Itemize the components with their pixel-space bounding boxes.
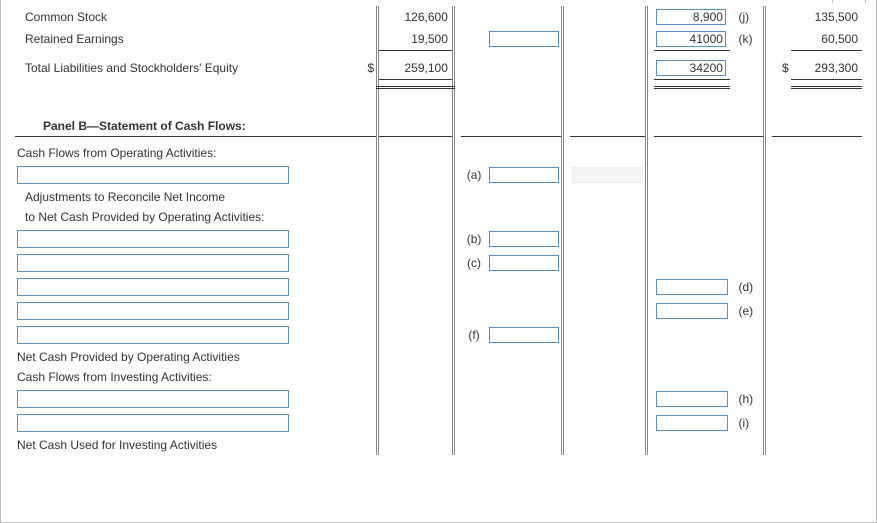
worksheet-panel: ... { "rows":{ "common_stock":{"label":"… bbox=[0, 0, 877, 523]
amount-1: 259,100 bbox=[378, 57, 454, 80]
desc-input[interactable] bbox=[17, 166, 289, 184]
row-i: (i) bbox=[15, 411, 862, 435]
row-net-provided: Net Cash Provided by Operating Activitie… bbox=[15, 347, 862, 367]
input-col1[interactable] bbox=[489, 31, 559, 47]
row-e: (e) bbox=[15, 299, 862, 323]
cfo-title: Cash Flows from Operating Activities: bbox=[15, 143, 359, 163]
row-adj-1: Adjustments to Reconcile Net Income bbox=[15, 187, 862, 207]
row-adj-2: to Net Cash Provided by Operating Activi… bbox=[15, 207, 862, 227]
row-net-used: Net Cash Used for Investing Activities bbox=[15, 435, 862, 455]
input-h[interactable] bbox=[656, 391, 728, 407]
label: Total Liabilities and Stockholders' Equi… bbox=[15, 57, 359, 80]
input-f[interactable] bbox=[489, 327, 559, 343]
label-a: (a) bbox=[461, 163, 486, 187]
financial-table: Common Stock 126,600 8,900 (j) 135,500 R… bbox=[15, 6, 862, 455]
row-cfi-heading: Cash Flows from Investing Activities: bbox=[15, 367, 862, 387]
row-retained-earnings: Retained Earnings 19,500 41000 (k) 60,50… bbox=[15, 28, 862, 51]
desc-input[interactable] bbox=[17, 278, 289, 296]
row-panel-b-header: Panel B—Statement of Cash Flows: bbox=[15, 116, 862, 137]
desc-input[interactable] bbox=[17, 254, 289, 272]
desc-input[interactable] bbox=[17, 302, 289, 320]
row-d: (d) bbox=[15, 275, 862, 299]
input-col3[interactable]: 34200 bbox=[656, 60, 726, 76]
desc-input[interactable] bbox=[17, 326, 289, 344]
amount-1: 126,600 bbox=[378, 6, 454, 28]
input-c[interactable] bbox=[489, 255, 559, 271]
panel-b-title: Panel B—Statement of Cash Flows: bbox=[15, 116, 359, 137]
row-c: (c) bbox=[15, 251, 862, 275]
row-common-stock: Common Stock 126,600 8,900 (j) 135,500 bbox=[15, 6, 862, 28]
input-col3[interactable]: 8,900 bbox=[656, 9, 726, 25]
amount-2: 293,300 bbox=[791, 57, 862, 80]
input-b[interactable] bbox=[489, 231, 559, 247]
ellipsis-tab[interactable]: ... bbox=[832, 0, 866, 3]
desc-input[interactable] bbox=[17, 230, 289, 248]
row-f: (f) bbox=[15, 323, 862, 347]
row-total-liab-equity: Total Liabilities and Stockholders' Equi… bbox=[15, 57, 862, 80]
input-i[interactable] bbox=[656, 415, 728, 431]
amount-2: 135,500 bbox=[791, 6, 862, 28]
row-a: (a) bbox=[15, 163, 862, 187]
row-cfo-heading: Cash Flows from Operating Activities: bbox=[15, 143, 862, 163]
desc-input[interactable] bbox=[17, 414, 289, 432]
input-col3[interactable]: 41000 bbox=[656, 31, 726, 47]
label: Retained Earnings bbox=[15, 28, 359, 51]
input-a[interactable] bbox=[489, 167, 559, 183]
amount-2: 60,500 bbox=[791, 28, 862, 51]
amount-1: 19,500 bbox=[378, 28, 454, 51]
tag-k: (k) bbox=[735, 28, 765, 51]
row-h: (h) bbox=[15, 387, 862, 411]
input-d[interactable] bbox=[656, 279, 728, 295]
row-b: (b) bbox=[15, 227, 862, 251]
desc-input[interactable] bbox=[17, 390, 289, 408]
label: Common Stock bbox=[15, 6, 359, 28]
tag-j: (j) bbox=[735, 6, 765, 28]
input-e[interactable] bbox=[656, 303, 728, 319]
